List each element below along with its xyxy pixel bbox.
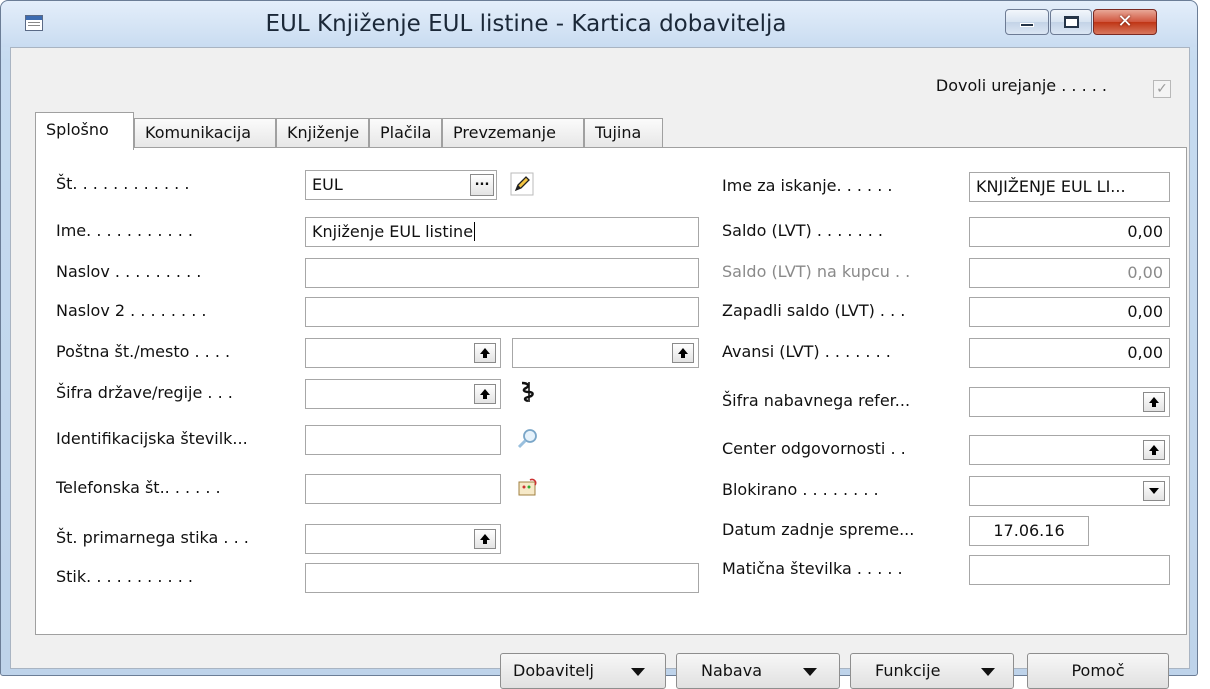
post-code-lookup-icon[interactable] — [474, 343, 496, 363]
registration-no-field[interactable] — [969, 555, 1170, 585]
purchaser-code-label: Šifra nabavnega refer... — [722, 391, 911, 410]
city-lookup-icon[interactable] — [672, 343, 694, 363]
phone-field[interactable] — [305, 474, 501, 504]
responsibility-center-lookup-icon[interactable] — [1143, 440, 1165, 460]
text-cursor — [474, 222, 476, 241]
tab-communication[interactable]: Komunikacija — [134, 118, 276, 148]
maximize-icon — [1064, 16, 1079, 28]
vat-validate-icon[interactable] — [516, 427, 540, 451]
search-name-field[interactable]: KNJIŽENJE EUL LI... — [969, 172, 1170, 202]
general-panel: Št. . . . . . . . . . . . EUL ... Ime. .… — [35, 147, 1187, 635]
address2-label: Naslov 2 . . . . . . . . — [56, 301, 207, 320]
window-title: EUL Knjiženje EUL listine - Kartica doba… — [265, 11, 787, 37]
no-field[interactable]: EUL ... — [305, 170, 497, 200]
address-field[interactable] — [305, 258, 699, 288]
vendor-menu-label: Dobavitelj — [513, 661, 594, 680]
dropdown-arrow-icon — [631, 668, 645, 676]
post-code-field[interactable] — [305, 338, 501, 368]
contact-label: Stik. . . . . . . . . . . — [56, 567, 193, 586]
window: EUL Knjiženje EUL listine - Kartica doba… — [0, 0, 1198, 689]
responsibility-center-label: Center odgovornosti . . — [722, 439, 906, 458]
no-value: EUL — [312, 175, 343, 194]
minimize-button[interactable] — [1005, 9, 1049, 35]
post-code-city-label: Poštna št./mesto . . . . — [56, 342, 231, 361]
vat-reg-no-field[interactable] — [305, 425, 501, 455]
city-field[interactable] — [512, 338, 699, 368]
address-label: Naslov . . . . . . . . . — [56, 262, 202, 281]
address2-field[interactable] — [305, 297, 699, 327]
primary-contact-label: Št. primarnega stika . . . — [56, 528, 249, 547]
no-label: Št. . . . . . . . . . . . — [56, 174, 190, 193]
address-map-icon[interactable] — [516, 380, 540, 404]
edit-pencil-icon[interactable] — [510, 172, 534, 196]
name-value: Knjiženje EUL listine — [312, 222, 474, 241]
balance-due-field[interactable]: 0,00 — [969, 297, 1170, 327]
phone-label: Telefonska št.. . . . . . — [56, 478, 221, 497]
contact-field[interactable] — [305, 563, 699, 593]
primary-contact-lookup-icon[interactable] — [474, 529, 496, 549]
purchase-menu-label: Nabava — [701, 661, 763, 680]
prepayments-field[interactable]: 0,00 — [969, 338, 1170, 368]
balance-due-label: Zapadli saldo (LVT) . . . — [722, 301, 906, 320]
close-icon: ✕ — [1117, 11, 1133, 32]
assist-edit-button[interactable]: ... — [470, 174, 494, 196]
allow-edit-label: Dovoli urejanje . . . . . — [935, 76, 1107, 95]
tab-receiving[interactable]: Prevzemanje — [442, 118, 584, 148]
maximize-button[interactable] — [1050, 9, 1092, 35]
tab-payments[interactable]: Plačila — [369, 118, 442, 148]
blocked-label: Blokirano . . . . . . . . — [722, 480, 879, 499]
balance-label: Saldo (LVT) . . . . . . . — [722, 221, 883, 240]
dropdown-arrow-icon — [803, 668, 817, 676]
name-label: Ime. . . . . . . . . . . — [56, 221, 193, 240]
balance-as-customer-label: Saldo (LVT) na kupcu . . — [722, 262, 911, 281]
country-region-field[interactable] — [305, 379, 501, 409]
purchaser-lookup-icon[interactable] — [1143, 392, 1165, 412]
card-body: Dovoli urejanje . . . . . ✓ Splošno Komu… — [10, 47, 1190, 689]
country-region-label: Šifra države/regije . . . — [56, 383, 233, 402]
functions-menu-label: Funkcije — [875, 661, 941, 680]
search-name-label: Ime za iskanje. . . . . . — [722, 176, 893, 195]
tab-general[interactable]: Splošno — [35, 112, 134, 150]
last-modified-label: Datum zadnje spreme... — [722, 520, 915, 539]
tab-posting[interactable]: Knjiženje — [276, 118, 369, 148]
country-lookup-icon[interactable] — [474, 384, 496, 404]
close-button[interactable]: ✕ — [1093, 9, 1157, 35]
purchaser-code-field[interactable] — [969, 387, 1170, 417]
balance-field[interactable]: 0,00 — [969, 217, 1170, 247]
minimize-icon — [1020, 23, 1034, 27]
chevron-down-icon[interactable] — [1143, 481, 1165, 501]
allow-edit-checkbox[interactable]: ✓ — [1153, 80, 1171, 98]
phone-dial-icon[interactable] — [516, 476, 540, 500]
balance-as-customer-field[interactable]: 0,00 — [969, 258, 1170, 288]
dropdown-arrow-icon — [981, 668, 995, 676]
last-modified-field[interactable]: 17.06.16 — [969, 516, 1089, 546]
title-bar[interactable]: EUL Knjiženje EUL listine - Kartica doba… — [1, 1, 1197, 47]
prepayments-label: Avansi (LVT) . . . . . . . — [722, 342, 891, 361]
blocked-dropdown[interactable] — [969, 476, 1170, 506]
registration-no-label: Matična številka . . . . . — [722, 559, 903, 578]
tab-foreign-trade[interactable]: Tujina — [584, 118, 663, 148]
responsibility-center-field[interactable] — [969, 435, 1170, 465]
name-field[interactable]: Knjiženje EUL listine — [305, 217, 699, 247]
vat-reg-no-label: Identifikacijska številk... — [56, 429, 248, 448]
primary-contact-field[interactable] — [305, 524, 501, 554]
